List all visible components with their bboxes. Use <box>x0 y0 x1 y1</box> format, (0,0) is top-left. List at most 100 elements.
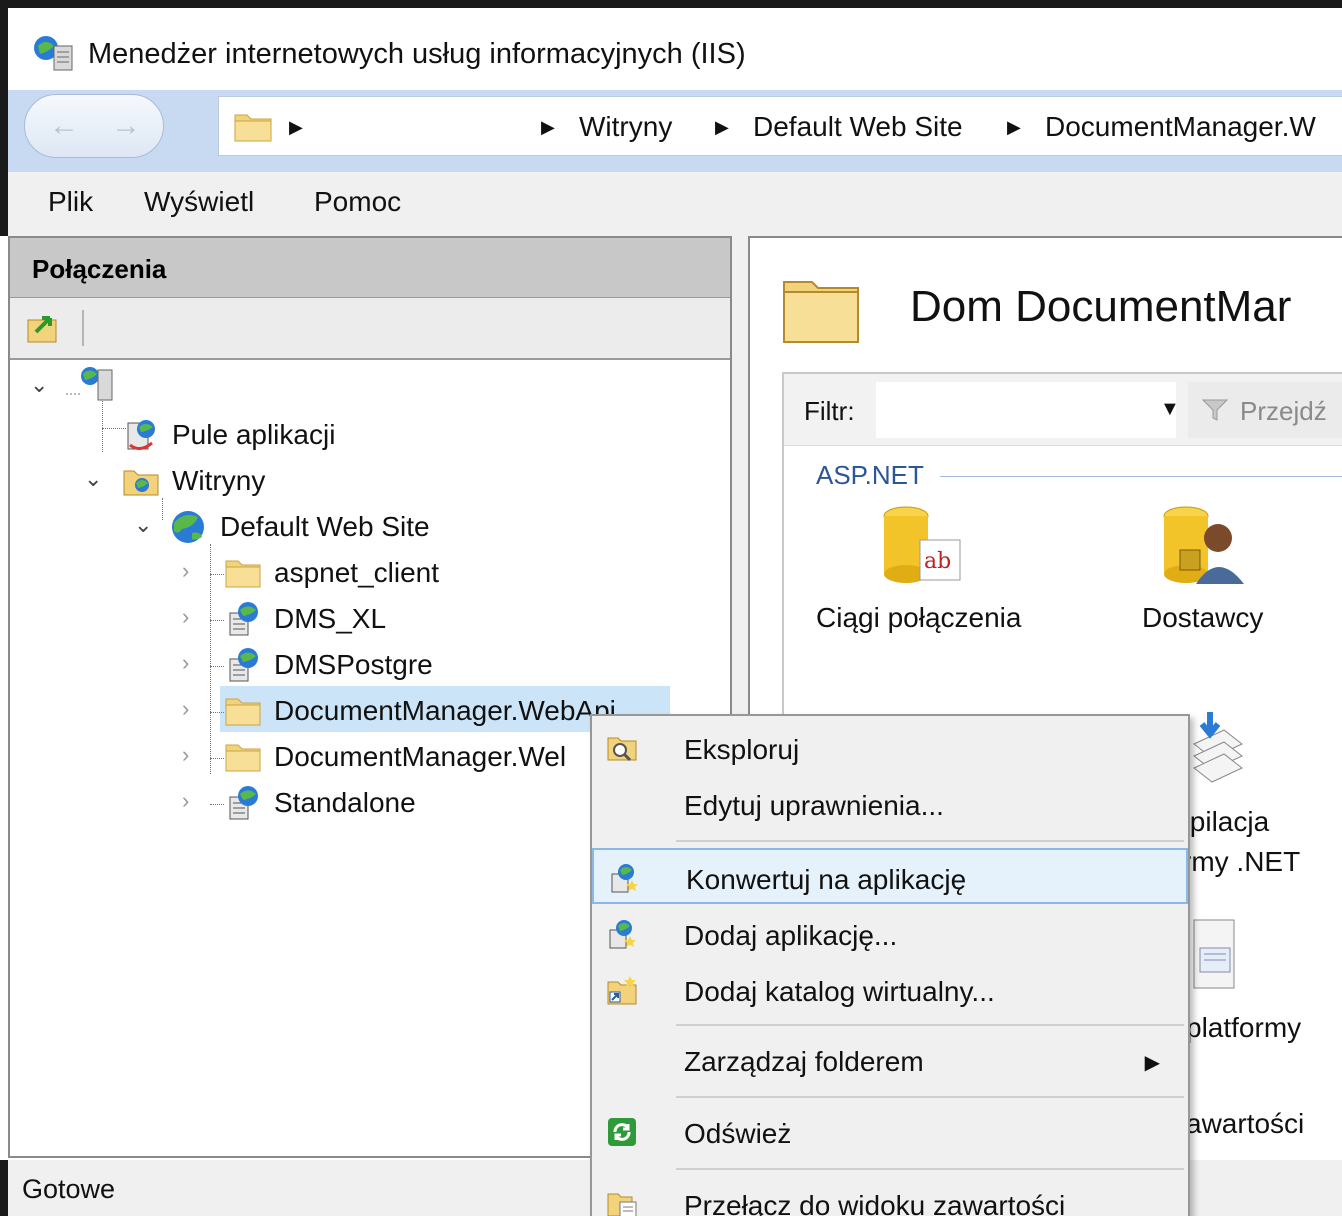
filter-bar: Filtr: ▼ Przejdź <box>784 374 1342 446</box>
go-label: Przejdź <box>1240 396 1327 426</box>
expand-chevron-icon[interactable]: ⌄ <box>84 466 102 492</box>
web-application-icon <box>229 648 258 682</box>
submenu-arrow-icon: ▶ <box>1144 1052 1160 1074</box>
breadcrumb-arrow-icon[interactable]: ▶ <box>1007 117 1021 138</box>
connections-header: Połączenia <box>10 238 730 298</box>
tree-node-documentmanager-webapi[interactable]: DocumentManager.WebApi <box>224 690 616 732</box>
address-bar: ← → ▶ ▶ Witryny ▶ Default Web Site ▶ Doc… <box>0 90 1342 172</box>
folder-icon <box>234 114 272 142</box>
connections-toolbar <box>10 298 730 360</box>
tree-node-pule-aplikacji[interactable]: Pule aplikacji <box>122 414 335 456</box>
tree-line <box>210 758 224 759</box>
filter-label: Filtr: <box>804 396 855 426</box>
refresh-icon <box>608 1118 636 1146</box>
breadcrumb[interactable]: ▶ ▶ Witryny ▶ Default Web Site ▶ Documen… <box>218 96 1342 156</box>
menu-plik[interactable]: Plik <box>48 186 93 218</box>
back-arrow-icon[interactable]: ← <box>49 109 79 143</box>
menu-item-odswiez[interactable]: Odśwież <box>592 1104 1188 1160</box>
connect-icon[interactable] <box>26 310 62 346</box>
tree-line <box>210 544 211 774</box>
tree-node-label: DMS_XL <box>274 603 387 634</box>
expand-chevron-icon[interactable]: › <box>182 558 189 584</box>
expand-chevron-icon[interactable]: › <box>182 650 189 676</box>
server-icon[interactable] <box>66 364 120 408</box>
tree-node-dmspostgre[interactable]: DMSPostgre <box>224 644 433 686</box>
menu-item-zarzadzaj-folderem[interactable]: Zarządzaj folderem ▶ <box>592 1032 1188 1088</box>
folder-icon <box>225 744 261 772</box>
folder-icon <box>225 698 261 726</box>
tree-node-label: Default Web Site <box>220 511 430 542</box>
compilation-icon[interactable] <box>1184 710 1244 790</box>
tree-node-documentmanager-web[interactable]: DocumentManager.Wel <box>224 736 566 778</box>
menu-item-label: Dodaj aplikację... <box>684 920 898 951</box>
menu-item-edytuj-uprawnienia[interactable]: Edytuj uprawnienia... <box>592 776 1188 832</box>
providers-icon[interactable] <box>1160 504 1246 586</box>
context-menu: Eksploruj Edytuj uprawnienia... Konwertu… <box>590 714 1190 1216</box>
window-title: Menedżer internetowych usług informacyjn… <box>88 38 746 70</box>
tree-node-witryny[interactable]: Witryny <box>122 460 265 502</box>
feature-connection-strings[interactable]: Ciągi połączenia <box>816 602 1021 634</box>
menu-item-dodaj-katalog-wirtualny[interactable]: Dodaj katalog wirtualny... <box>592 962 1188 1018</box>
feature-platform[interactable]: platformy <box>1186 1012 1301 1044</box>
go-button[interactable]: Przejdź <box>1188 382 1342 438</box>
filter-dropdown-icon[interactable]: ▼ <box>1160 398 1180 421</box>
menu-item-eksploruj[interactable]: Eksploruj <box>592 720 1188 776</box>
connection-strings-icon[interactable]: ab <box>880 504 966 586</box>
title-bar: Menedżer internetowych usług informacyjn… <box>0 0 1342 90</box>
menu-item-label: Przełącz do widoku zawartości <box>684 1190 1066 1216</box>
breadcrumb-item-default-web-site[interactable]: Default Web Site <box>753 111 963 143</box>
feature-providers[interactable]: Dostawcy <box>1142 602 1263 634</box>
expand-chevron-icon[interactable]: › <box>182 742 189 768</box>
status-text: Gotowe <box>22 1174 116 1204</box>
menu-item-dodaj-aplikacje[interactable]: Dodaj aplikację... <box>592 906 1188 962</box>
menu-item-label: Eksploruj <box>684 734 800 765</box>
filter-input[interactable] <box>876 382 1176 438</box>
convert-app-icon <box>611 864 638 893</box>
menu-pomoc[interactable]: Pomoc <box>314 186 401 218</box>
group-divider <box>940 476 1342 477</box>
tree-node-aspnet-client[interactable]: aspnet_client <box>224 552 439 594</box>
tree-node-label: aspnet_client <box>274 557 440 588</box>
folder-icon <box>783 281 859 343</box>
expand-chevron-icon[interactable]: › <box>182 788 189 814</box>
tree-line <box>210 804 224 805</box>
menu-separator <box>676 1096 1184 1098</box>
tree-line <box>210 620 224 621</box>
platform-icon[interactable] <box>1188 914 1244 994</box>
tree-node-label: DMSPostgre <box>274 649 433 680</box>
tree-node-default-web-site[interactable]: Default Web Site <box>170 506 430 548</box>
menu-item-konwertuj-na-aplikacje[interactable]: Konwertuj na aplikację <box>592 848 1188 904</box>
tree-line <box>210 574 224 575</box>
breadcrumb-arrow-icon[interactable]: ▶ <box>541 117 555 138</box>
feature-compilation[interactable]: ıpilacja <box>1182 806 1269 838</box>
breadcrumb-arrow-icon[interactable]: ▶ <box>715 117 729 138</box>
expand-chevron-icon[interactable]: ⌄ <box>134 512 152 538</box>
menu-wyswietl[interactable]: Wyświetl <box>144 186 254 218</box>
tree-node-standalone[interactable]: Standalone <box>224 782 416 824</box>
breadcrumb-arrow-icon[interactable]: ▶ <box>289 117 303 138</box>
menu-item-label: Edytuj uprawnienia... <box>684 790 944 821</box>
menu-item-label: Zarządzaj folderem <box>684 1046 924 1077</box>
menu-item-przelacz-do-widoku-zawartosci[interactable]: Przełącz do widoku zawartości <box>592 1176 1188 1216</box>
navigation-buttons: ← → <box>24 94 164 158</box>
forward-arrow-icon[interactable]: → <box>111 109 141 143</box>
tree-node-label: DocumentManager.WebApi <box>274 695 616 726</box>
breadcrumb-empty-area[interactable] <box>317 99 537 153</box>
application-pools-icon <box>127 420 155 450</box>
tree-node-label: DocumentManager.Wel <box>274 741 567 772</box>
tree-node-dms-xl[interactable]: DMS_XL <box>224 598 386 640</box>
expand-chevron-icon[interactable]: ⌄ <box>30 372 48 398</box>
menu-separator <box>676 1024 1184 1026</box>
folder-icon <box>225 560 261 588</box>
explore-icon <box>607 737 637 762</box>
add-app-icon <box>609 920 636 949</box>
tree-node-label: Standalone <box>274 787 416 818</box>
feature-content-view[interactable]: awartości <box>1186 1108 1304 1140</box>
expand-chevron-icon[interactable]: › <box>182 604 189 630</box>
breadcrumb-item-documentmanager[interactable]: DocumentManager.W <box>1045 111 1316 143</box>
breadcrumb-item-witryny[interactable]: Witryny <box>579 111 672 143</box>
menu-bar: Plik Wyświetl Pomoc <box>0 172 1342 236</box>
expand-chevron-icon[interactable]: › <box>182 696 189 722</box>
web-application-icon <box>229 786 258 820</box>
content-view-icon <box>607 1193 637 1216</box>
